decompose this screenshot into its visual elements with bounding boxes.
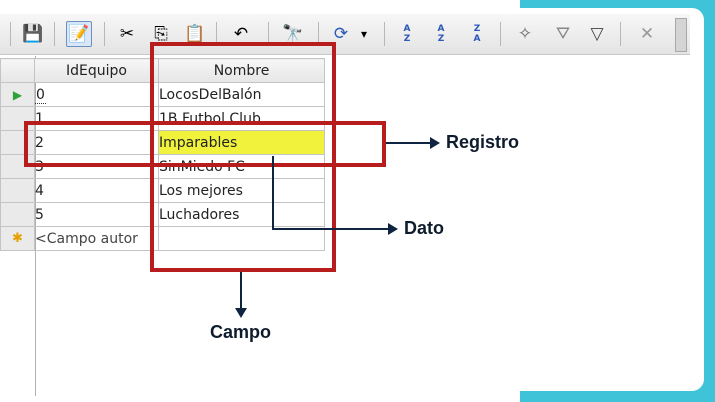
dato-arrow-vertical bbox=[272, 156, 274, 230]
row-selector[interactable] bbox=[0, 178, 35, 203]
campo-arrow-line bbox=[240, 272, 242, 310]
campo-label: Campo bbox=[210, 322, 272, 342]
registro-label: Registro bbox=[446, 132, 520, 152]
toolbar: 💾 📝 ✂ ⎘ 📋 ↶ 🔭 ⟳ ▾ AZ AZ ZA ✧ ⛛ ▽ ✕ bbox=[0, 14, 690, 55]
cut-icon[interactable]: ✂ bbox=[114, 21, 140, 47]
cell-idequipo[interactable]: 5 bbox=[34, 202, 159, 227]
sort-descending-icon[interactable]: ZA bbox=[464, 21, 490, 47]
toolbar-overflow-handle[interactable] bbox=[675, 18, 687, 52]
edit-icon[interactable]: 📝 bbox=[66, 21, 92, 47]
cell-idequipo[interactable]: 0 bbox=[34, 82, 159, 107]
column-header-idequipo[interactable]: IdEquipo bbox=[34, 58, 159, 83]
autofilter-icon[interactable]: ✧ bbox=[512, 21, 538, 47]
toolbar-separator bbox=[384, 22, 385, 46]
campo-arrowhead-icon bbox=[235, 308, 247, 318]
dato-arrow-line bbox=[272, 228, 388, 230]
toolbar-separator bbox=[54, 22, 55, 46]
remove-filter-icon[interactable]: ✕ bbox=[634, 21, 660, 47]
standard-filter-icon[interactable]: ⛛ bbox=[550, 21, 576, 47]
registro-arrow-line bbox=[386, 142, 430, 144]
registro-arrowhead-icon bbox=[430, 137, 440, 149]
toolbar-separator bbox=[500, 22, 501, 46]
cell-idequipo[interactable]: 4 bbox=[34, 178, 159, 203]
dropdown-arrow-icon[interactable]: ▾ bbox=[356, 21, 372, 47]
toolbar-separator bbox=[104, 22, 105, 46]
cell-idequipo-new[interactable]: <Campo autor bbox=[34, 226, 159, 251]
row-header-corner[interactable] bbox=[0, 58, 35, 83]
current-record-icon: ▶ bbox=[12, 87, 23, 102]
dato-arrowhead-icon bbox=[388, 223, 398, 235]
row-selector-current[interactable]: ▶ bbox=[0, 82, 35, 107]
dato-label: Dato bbox=[404, 218, 444, 238]
sort-ascending-icon[interactable]: AZ bbox=[428, 21, 454, 47]
row-selector[interactable] bbox=[0, 202, 35, 227]
new-row-selector[interactable]: ✱ bbox=[0, 226, 35, 251]
save-icon[interactable]: 💾 bbox=[20, 21, 46, 47]
filter-icon[interactable]: ▽ bbox=[584, 21, 610, 47]
toolbar-grip bbox=[10, 22, 11, 46]
registro-highlight-box bbox=[24, 121, 386, 167]
new-record-icon: ✱ bbox=[12, 231, 23, 246]
sort-az-icon[interactable]: AZ bbox=[394, 21, 420, 47]
toolbar-separator bbox=[620, 22, 621, 46]
